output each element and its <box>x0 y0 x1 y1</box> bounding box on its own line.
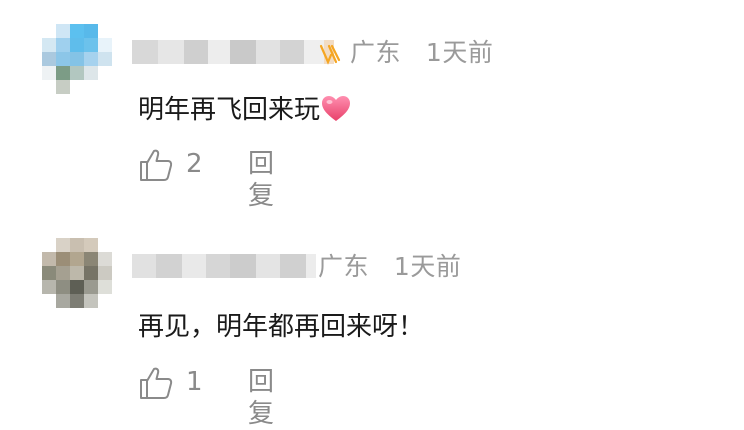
avatar[interactable] <box>42 238 112 308</box>
username-blurred[interactable] <box>132 37 334 67</box>
reply-button[interactable]: 回复 <box>248 366 274 430</box>
comment-meta: 广东 1天前 <box>350 38 493 68</box>
comment-body: 明年再飞回来玩 <box>138 95 321 125</box>
like-count: 2 <box>186 149 203 179</box>
location-label: 广东 <box>318 252 370 281</box>
timestamp: 1天前 <box>393 252 462 281</box>
vip-badge-icon <box>319 44 341 65</box>
avatar[interactable] <box>42 24 112 94</box>
comment-text: 再见，明年都再回来呀！ <box>138 311 424 343</box>
location-label: 广东 <box>350 38 402 67</box>
comment-body: 再见，明年都再回来呀！ <box>138 312 425 342</box>
heart-icon <box>322 96 351 121</box>
thumbs-up-icon[interactable] <box>138 148 174 182</box>
comment-meta: 广东 1天前 <box>318 252 461 282</box>
comment-item: 广东 1天前 明年再飞回来玩 2 回复 <box>0 0 744 211</box>
timestamp: 1天前 <box>425 38 494 67</box>
thumbs-up-icon[interactable] <box>138 366 174 400</box>
reply-button[interactable]: 回复 <box>248 148 274 212</box>
comment-item: 广东 1天前 再见，明年都再回来呀！ 1 回复 <box>0 214 744 429</box>
username-blurred[interactable] <box>132 251 316 281</box>
like-count: 1 <box>186 367 203 397</box>
comment-text: 明年再飞回来玩 <box>138 94 351 126</box>
